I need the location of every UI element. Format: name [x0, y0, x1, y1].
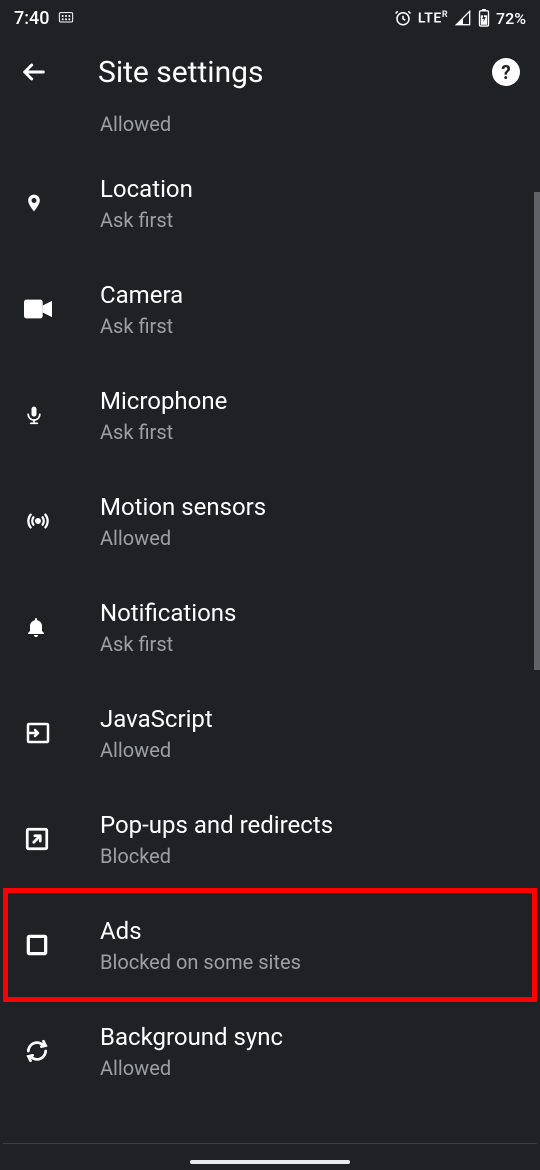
app-bar: Site settings ?	[0, 36, 540, 108]
settings-item-title: JavaScript	[100, 704, 540, 734]
status-bar: 7:40 LTER	[0, 0, 540, 36]
microphone-icon	[24, 401, 100, 429]
settings-item-javascript[interactable]: JavaScript Allowed	[0, 680, 540, 786]
settings-item-sub: Ask first	[100, 420, 540, 444]
settings-item-microphone[interactable]: Microphone Ask first	[0, 362, 540, 468]
settings-item-partial[interactable]: Allowed	[0, 108, 540, 150]
location-icon	[24, 189, 100, 217]
settings-item-sub: Allowed	[100, 526, 540, 550]
signal-icon	[454, 10, 472, 26]
battery-icon	[478, 9, 490, 27]
help-button[interactable]: ?	[492, 58, 520, 86]
settings-item-motion-sensors[interactable]: Motion sensors Allowed	[0, 468, 540, 574]
settings-item-sub: Allowed	[100, 1056, 540, 1080]
settings-item-title: Camera	[100, 280, 540, 310]
settings-item-sub: Blocked on some sites	[100, 950, 540, 974]
settings-item-sub: Ask first	[100, 314, 540, 338]
scrollbar[interactable]	[534, 192, 540, 670]
motion-icon	[24, 510, 100, 532]
settings-item-popups[interactable]: Pop-ups and redirects Blocked	[0, 786, 540, 892]
settings-item-notifications[interactable]: Notifications Ask first	[0, 574, 540, 680]
popup-icon	[24, 826, 100, 852]
bottom-divider	[3, 1143, 537, 1144]
network-type: LTER	[418, 10, 448, 27]
settings-item-camera[interactable]: Camera Ask first	[0, 256, 540, 362]
camera-icon	[24, 299, 100, 319]
page-title: Site settings	[98, 55, 492, 90]
status-time: 7:40	[14, 8, 49, 29]
settings-item-location[interactable]: Location Ask first	[0, 150, 540, 256]
settings-item-title: Background sync	[100, 1022, 540, 1052]
settings-list: Allowed Location Ask first Camera Ask fi…	[0, 108, 540, 1104]
settings-item-ads[interactable]: Ads Blocked on some sites	[0, 892, 540, 998]
settings-item-sub: Allowed	[100, 738, 540, 762]
settings-item-title: Pop-ups and redirects	[100, 810, 540, 840]
sync-icon	[24, 1038, 100, 1064]
settings-item-background-sync[interactable]: Background sync Allowed	[0, 998, 540, 1104]
settings-item-sub: Allowed	[100, 112, 540, 136]
javascript-icon	[24, 721, 100, 745]
help-icon: ?	[501, 61, 510, 84]
settings-item-sub: Blocked	[100, 844, 540, 868]
settings-item-title: Motion sensors	[100, 492, 540, 522]
settings-item-title: Notifications	[100, 598, 540, 628]
bell-icon	[24, 613, 100, 641]
settings-item-title: Ads	[100, 916, 540, 946]
back-button[interactable]	[20, 58, 60, 86]
alarm-icon	[394, 9, 412, 27]
settings-item-sub: Ask first	[100, 632, 540, 656]
keyboard-icon	[57, 10, 75, 26]
settings-item-title: Location	[100, 174, 540, 204]
gesture-bar[interactable]	[190, 1160, 350, 1164]
settings-item-title: Microphone	[100, 386, 540, 416]
settings-item-sub: Ask first	[100, 208, 540, 232]
battery-percent: 72%	[496, 9, 526, 28]
cookies-icon	[24, 108, 100, 116]
ads-icon	[24, 932, 100, 958]
